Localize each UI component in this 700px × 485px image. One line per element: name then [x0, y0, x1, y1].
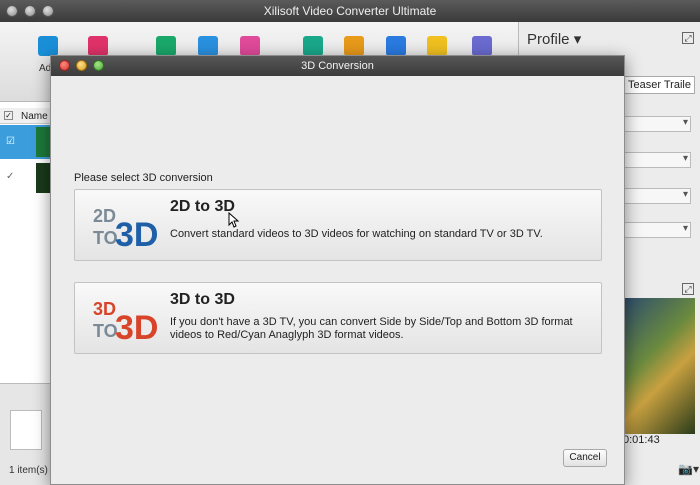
preview-expand-icon[interactable]: ⤢ — [682, 283, 694, 295]
profile-dropdown-2[interactable] — [623, 152, 691, 168]
phone-device-icon[interactable] — [10, 410, 42, 450]
dialog-prompt: Please select 3D conversion — [74, 172, 213, 184]
option-3d-to-3d-description: If you don't have a 3D TV, you can conve… — [170, 316, 573, 341]
option-3d-to-3d[interactable]: 3D TO 3D 3D to 3D If you don't have a 3D… — [74, 282, 602, 354]
main-window-title: Xilisoft Video Converter Ultimate — [263, 4, 437, 18]
dialog-minimize-button[interactable] — [76, 60, 87, 71]
logo-to-text: TO — [93, 228, 118, 248]
profile-dropdown-4[interactable] — [623, 222, 691, 238]
video-preview — [623, 298, 695, 434]
logo-3d-top-text: 3D — [93, 299, 116, 319]
minimize-window-button[interactable] — [24, 5, 36, 17]
3d-conversion-dialog: 3D Conversion Please select 3D conversio… — [50, 55, 625, 485]
3d-icon[interactable] — [386, 36, 406, 56]
logo-3d-text: 3D — [115, 216, 157, 252]
row-thumbnail-1 — [36, 127, 50, 157]
mouse-cursor-icon — [228, 212, 240, 228]
pause-icon[interactable] — [198, 36, 218, 56]
add-icon[interactable] — [38, 36, 58, 56]
row-checkbox-2[interactable]: ✓ — [6, 172, 16, 182]
row-checkbox-1[interactable]: ☑ — [6, 137, 16, 147]
2d-to-3d-logo-icon: 2D TO 3D — [93, 206, 157, 252]
dialog-close-button[interactable] — [59, 60, 70, 71]
name-column-header[interactable]: Name — [21, 111, 48, 122]
stop-icon[interactable] — [240, 36, 260, 56]
profile-dropdown-1[interactable] — [623, 116, 691, 132]
dialog-window-controls[interactable] — [59, 60, 104, 71]
snapshot-camera-icon[interactable]: 📷▾ — [623, 462, 699, 480]
profile-menu-button[interactable]: Profile ▾ — [527, 30, 581, 48]
cancel-button[interactable]: Cancel — [563, 449, 607, 467]
document-icon[interactable] — [472, 36, 492, 56]
profile-dropdown-3[interactable] — [623, 188, 691, 204]
dialog-title: 3D Conversion — [301, 60, 374, 72]
dialog-titlebar: 3D Conversion — [51, 56, 624, 76]
main-window-controls[interactable] — [6, 5, 54, 17]
option-2d-to-3d-description: Convert standard videos to 3D videos for… — [170, 228, 543, 240]
logo-2d-text: 2D — [93, 206, 116, 226]
preview-time: 0:01:43 — [623, 434, 660, 446]
main-titlebar: Xilisoft Video Converter Ultimate — [0, 0, 700, 22]
row-thumbnail-2 — [36, 163, 50, 193]
option-2d-to-3d[interactable]: 2D TO 3D 2D to 3D Convert standard video… — [74, 189, 602, 261]
close-window-button[interactable] — [6, 5, 18, 17]
option-3d-to-3d-title: 3D to 3D — [170, 291, 235, 308]
profile-title: Profile — [527, 31, 570, 48]
remove-icon[interactable] — [88, 36, 108, 56]
3d-to-3d-logo-icon: 3D TO 3D — [93, 299, 157, 345]
logo-3d-big-text: 3D — [115, 309, 157, 345]
logo-to-text-2: TO — [93, 321, 118, 341]
effect-icon[interactable] — [427, 36, 447, 56]
file-icon[interactable] — [344, 36, 364, 56]
expand-icon[interactable]: ⤢ — [682, 32, 694, 44]
clip-icon[interactable] — [303, 36, 323, 56]
dialog-zoom-button[interactable] — [93, 60, 104, 71]
option-2d-to-3d-title: 2D to 3D — [170, 198, 235, 215]
select-all-checkbox[interactable]: ✓ — [4, 111, 13, 120]
zoom-window-button[interactable] — [42, 5, 54, 17]
convert-icon[interactable] — [156, 36, 176, 56]
title-field[interactable]: Teaser Traile — [623, 76, 695, 94]
items-count: 1 item(s) — [9, 465, 48, 476]
